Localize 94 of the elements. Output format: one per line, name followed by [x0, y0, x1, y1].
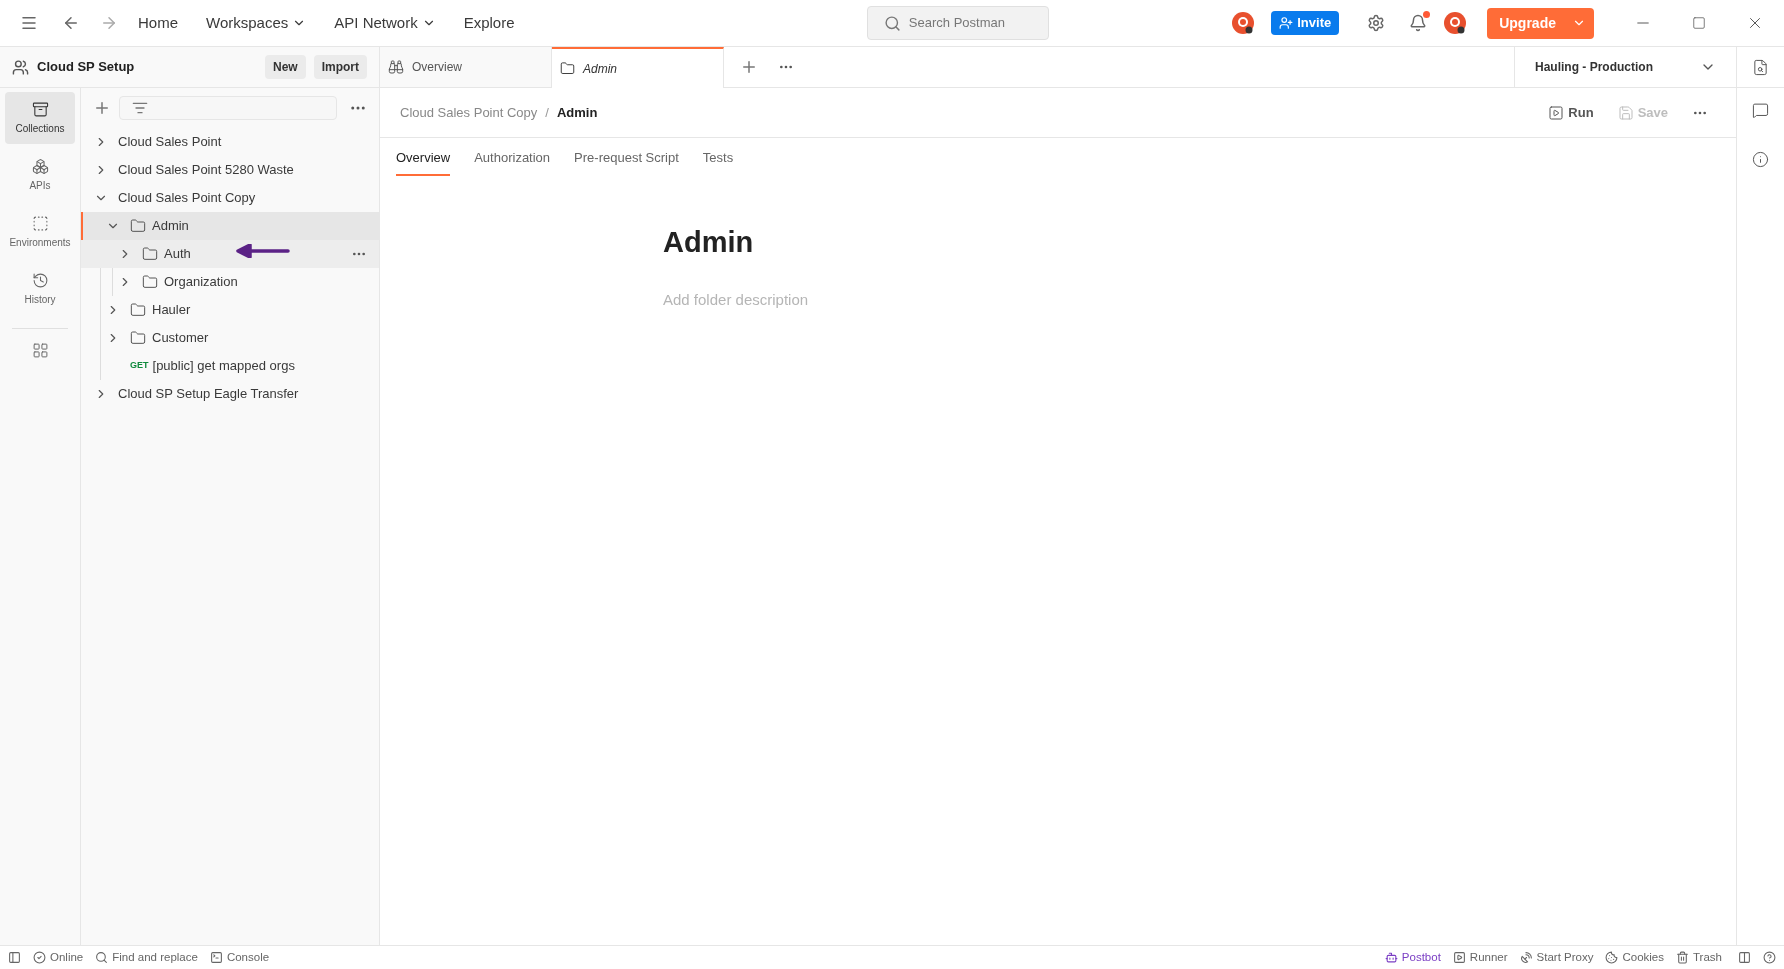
- folder-icon: [560, 61, 575, 76]
- folder-icon: [142, 246, 158, 262]
- folder-icon: [142, 274, 158, 290]
- nav-link[interactable]: Explore: [463, 11, 515, 35]
- square-icon: [31, 214, 49, 232]
- tree-item-label: Cloud Sales Point Copy: [118, 189, 256, 208]
- comment-icon[interactable]: [1752, 102, 1769, 119]
- environment-selector[interactable]: Hauling - Production: [1514, 47, 1736, 87]
- avatar-icon[interactable]: [1231, 11, 1256, 35]
- nav-link[interactable]: Home: [138, 11, 178, 35]
- filter-field[interactable]: [119, 96, 337, 120]
- layout-icon[interactable]: [1738, 951, 1751, 964]
- tree-item[interactable]: GET [public] get mapped orgs: [81, 352, 379, 380]
- help-icon[interactable]: [1763, 951, 1776, 964]
- history-icon: [31, 271, 49, 289]
- binoculars-icon: [388, 59, 404, 75]
- method-label: GET: [130, 359, 149, 373]
- nav-link[interactable]: Workspaces: [206, 11, 307, 35]
- robot-icon: [1384, 951, 1398, 964]
- tree-item[interactable]: Organization: [81, 268, 379, 296]
- team-icon: [12, 58, 29, 76]
- document-icon[interactable]: [1752, 58, 1769, 76]
- tree-item[interactable]: Admin: [81, 212, 379, 240]
- settings-icon[interactable]: [1367, 14, 1386, 32]
- section-tab[interactable]: Pre-request Script: [574, 147, 679, 176]
- cookie-icon: [1605, 951, 1619, 964]
- header-button[interactable]: Import: [313, 55, 367, 79]
- header-button[interactable]: New: [264, 55, 306, 79]
- editor-tab[interactable]: Admin: [552, 47, 724, 88]
- tree-item[interactable]: Cloud Sales Point 5280 Waste: [81, 156, 379, 184]
- status-item[interactable]: Online: [33, 948, 84, 967]
- folder-icon: [130, 218, 146, 234]
- tree-item-label: Organization: [164, 273, 238, 292]
- tree-item[interactable]: Cloud Sales Point Copy: [81, 184, 379, 212]
- rail-item[interactable]: Environments: [5, 206, 75, 258]
- tree-item[interactable]: Cloud SP Setup Eagle Transfer: [81, 380, 379, 408]
- new-tab-icon[interactable]: [740, 58, 758, 76]
- folder-icon: [130, 330, 146, 346]
- avatar-icon[interactable]: [1443, 11, 1468, 35]
- invite-button[interactable]: Invite: [1271, 11, 1340, 35]
- info-icon[interactable]: [1752, 151, 1769, 168]
- satellite-dish-icon: [1519, 951, 1533, 964]
- tree-item-label: Auth: [164, 245, 191, 264]
- editor-tab[interactable]: Overview: [380, 47, 552, 87]
- maximize-icon[interactable]: [1692, 16, 1706, 30]
- tree-item[interactable]: Hauler: [81, 296, 379, 324]
- folder-title: Admin: [663, 225, 755, 260]
- status-item[interactable]: Find and replace: [95, 948, 198, 967]
- search-icon: [883, 14, 901, 32]
- workspace-name: Cloud SP Setup: [37, 58, 136, 77]
- tree-item[interactable]: Auth: [81, 240, 379, 268]
- tree-item-label: Hauler: [152, 301, 191, 320]
- tree-item-label: Customer: [152, 329, 209, 348]
- search-icon: [95, 951, 109, 964]
- menu-icon[interactable]: [20, 14, 38, 32]
- filter-icon: [132, 100, 148, 116]
- status-item[interactable]: Cookies: [1605, 948, 1664, 967]
- run-button[interactable]: Run: [1548, 102, 1594, 123]
- breadcrumb-link[interactable]: Admin: [556, 102, 598, 123]
- annotation-arrow: [236, 244, 290, 258]
- tree-item-label: Admin: [152, 217, 189, 236]
- section-tab[interactable]: Overview: [396, 147, 451, 176]
- sidebar-toggle-icon[interactable]: [8, 951, 21, 964]
- folder-icon: [130, 302, 146, 318]
- status-item[interactable]: Postbot: [1384, 948, 1441, 967]
- tree-item-label: Cloud Sales Point 5280 Waste: [118, 161, 294, 180]
- tree-item-label: [public] get mapped orgs: [152, 357, 295, 376]
- user-plus-icon: [1279, 16, 1294, 30]
- tree-item-label: Cloud SP Setup Eagle Transfer: [118, 385, 299, 404]
- bell-icon[interactable]: [1409, 14, 1428, 32]
- play-icon: [1548, 104, 1565, 121]
- breadcrumb-separator: /: [545, 103, 549, 122]
- tree-item[interactable]: Cloud Sales Point: [81, 128, 379, 156]
- grid-plus-icon[interactable]: [31, 342, 49, 359]
- search-input[interactable]: Search Postman: [908, 13, 1019, 33]
- section-tab[interactable]: Tests: [702, 147, 734, 176]
- status-item[interactable]: Console: [209, 948, 270, 967]
- section-tab[interactable]: Authorization: [474, 147, 551, 176]
- rail-item[interactable]: APIs: [5, 149, 75, 201]
- trash-icon: [1676, 951, 1689, 964]
- nav-link[interactable]: API Network: [334, 11, 436, 35]
- check-circle-icon: [33, 951, 46, 964]
- add-icon[interactable]: [93, 99, 111, 117]
- status-item[interactable]: Trash: [1676, 948, 1722, 967]
- play-icon: [1452, 951, 1466, 964]
- search-bar[interactable]: Search Postman: [866, 6, 1049, 40]
- rail-item[interactable]: Collections: [5, 92, 75, 144]
- terminal-icon: [209, 951, 223, 964]
- status-item[interactable]: Start Proxy: [1519, 948, 1594, 967]
- rail-item[interactable]: History: [5, 263, 75, 315]
- tree-item-label: Cloud Sales Point: [118, 133, 222, 152]
- breadcrumb-link[interactable]: Cloud Sales Point Copy: [400, 102, 538, 123]
- status-item[interactable]: Runner: [1452, 948, 1508, 967]
- tree-item[interactable]: Customer: [81, 324, 379, 352]
